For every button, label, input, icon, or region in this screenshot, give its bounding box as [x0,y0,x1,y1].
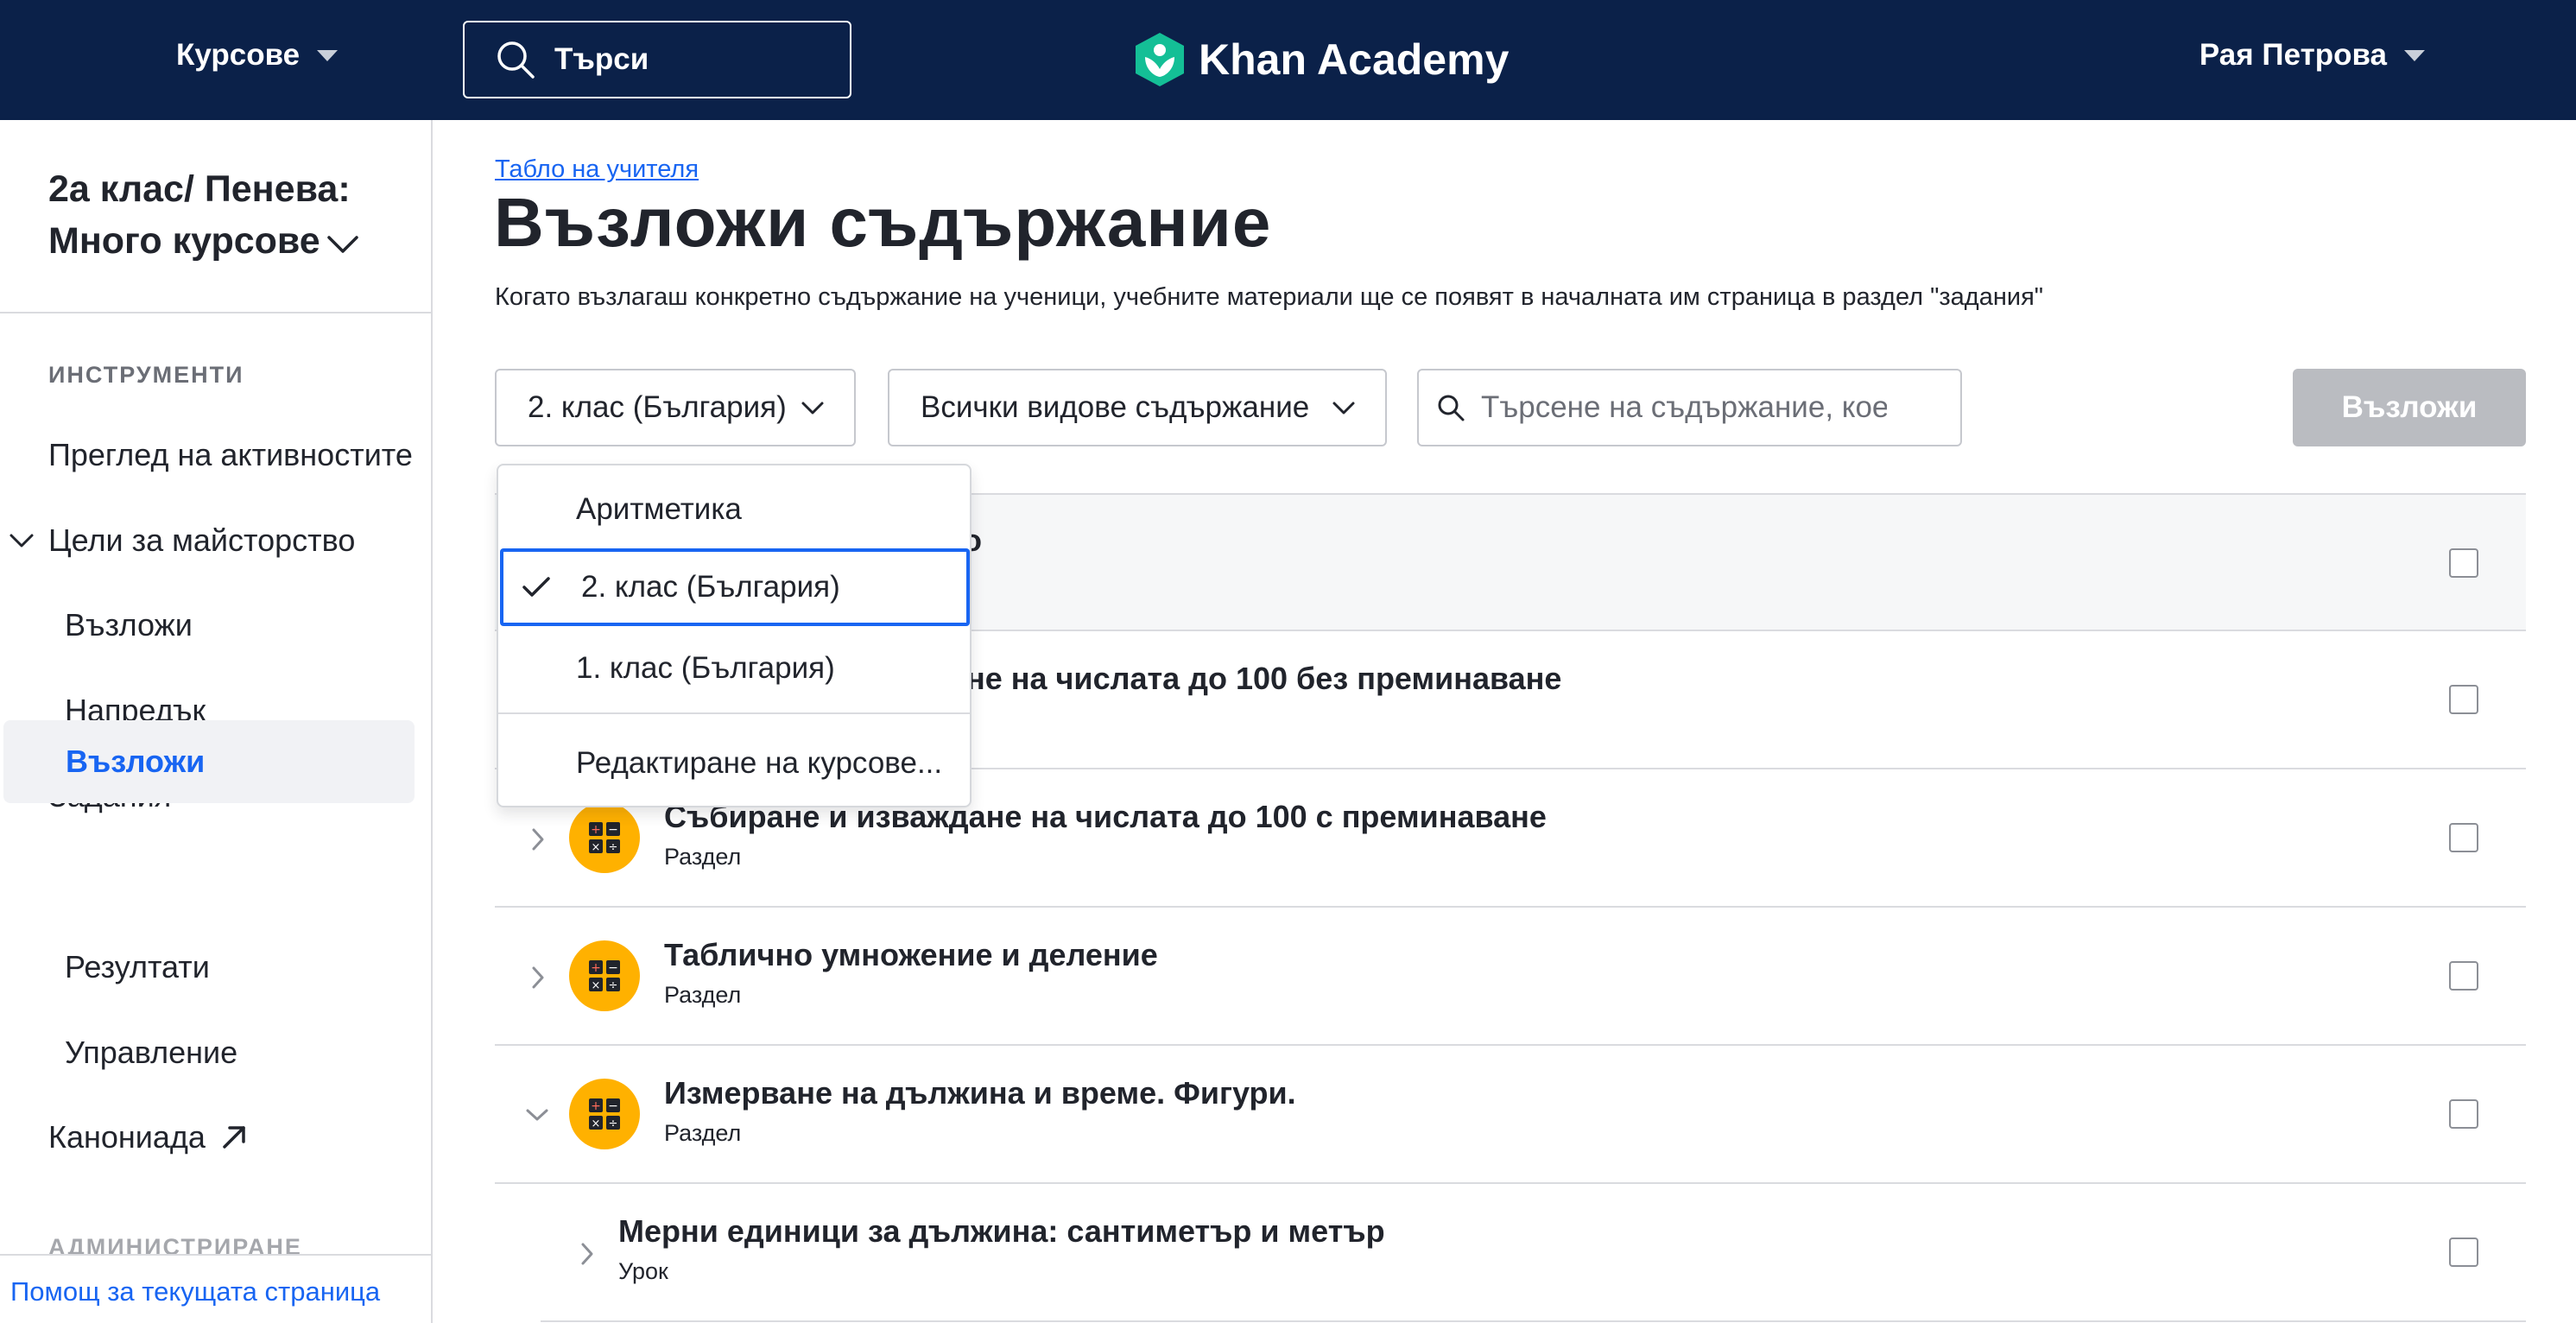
row-checkbox[interactable] [2449,1238,2478,1267]
course-select-value: 2. клас (България) [528,390,787,424]
chevron-down-icon[interactable] [524,1106,550,1124]
chevron-down-icon [1332,402,1355,415]
content-search[interactable] [1417,369,1962,446]
courses-menu-label: Курсове [176,38,301,72]
page-title: Възложи съдържание [494,184,1272,261]
dropdown-edit-label: Редактиране на курсове... [576,746,943,780]
course-dropdown-menu: Аритметика 2. клас (България) 1. клас (Б… [497,464,972,807]
sidebar-item-label: Управление [65,1035,238,1070]
dropdown-option-label: Аритметика [576,492,742,526]
svg-text:−: − [608,823,618,837]
tools-heading: ИНСТРУМЕНТИ [48,362,244,388]
select-all-checkbox[interactable] [2449,548,2478,578]
content-type-select[interactable]: Всички видове съдържание [888,369,1387,446]
sidebar: 2а клас/ Пенева: Много курсове ИНСТРУМЕН… [0,120,433,1323]
svg-text:−: − [608,961,618,975]
help-link[interactable]: Помощ за текущата страница [10,1276,380,1307]
table-row: Мерни единици за дължина: сантиметър и м… [541,1184,2526,1322]
chevron-right-icon[interactable] [579,1241,596,1267]
chevron-down-icon [326,235,358,253]
row-title: Измерване на дължина и време. Фигури. [664,1075,1296,1111]
content-type-select-value: Всички видове съдържание [921,390,1310,424]
dropdown-option-grade2[interactable]: 2. клас (България) [500,548,970,626]
khan-academy-logo[interactable]: Khan Academy [1133,31,1509,88]
chevron-down-icon [9,534,34,548]
breadcrumb[interactable]: Табло на учителя [495,155,699,184]
sidebar-item-label: Възложи [65,607,193,643]
caret-down-icon [317,49,339,61]
row-type: Раздел [664,1120,742,1146]
course-select[interactable]: 2. клас (България) [495,369,856,446]
svg-text:+: + [591,823,601,837]
svg-text:+: + [591,961,601,975]
dropdown-option-grade1[interactable]: 1. клас (България) [498,630,970,707]
dropdown-separator [498,712,970,714]
sidebar-divider [0,312,431,313]
assign-button[interactable]: Възложи [2293,369,2526,446]
sidebar-item-kanoniada[interactable]: Канониада [48,1119,249,1155]
class-title-line1: 2а клас/ Пенева: [48,168,351,210]
global-search-button[interactable]: Търси [463,21,851,98]
dropdown-option-label: 1. клас (България) [576,651,835,685]
table-row: + − × ÷ Измерване на дължина и време. Фигур… [495,1046,2526,1184]
class-switcher[interactable]: 2а клас/ Пенева: Много курсове [48,163,360,267]
external-link-icon [223,1126,245,1149]
chevron-right-icon[interactable] [529,965,547,991]
chevron-down-icon [801,402,824,415]
content-search-input[interactable] [1481,390,1887,425]
top-navigation-bar: Курсове Търси Khan Academy Рая Петрова [0,0,2576,120]
page-description: Когато възлагаш конкретно съдържание на … [495,283,2044,311]
svg-text:×: × [592,979,601,992]
arithmetic-unit-icon: + − × ÷ [569,1079,640,1149]
sidebar-item-label: Цели за майсторство [48,522,356,558]
svg-text:×: × [592,841,601,854]
sidebar-footer: Помощ за текущата страница [0,1254,431,1323]
row-type: Урок [618,1258,668,1284]
svg-text:÷: ÷ [609,1117,618,1130]
svg-text:÷: ÷ [609,841,618,854]
dropdown-option-label: 2. клас (България) [581,570,840,604]
row-checkbox[interactable] [2449,823,2478,852]
logo-text: Khan Academy [1199,35,1510,84]
row-title: Мерни единици за дължина: сантиметър и м… [618,1213,1385,1249]
dropdown-edit-courses[interactable]: Редактиране на курсове... [498,725,970,802]
row-checkbox[interactable] [2449,1099,2478,1129]
sidebar-item-assignments-results[interactable]: Резултати [65,949,210,985]
row-checkbox[interactable] [2449,685,2478,714]
search-icon [1438,395,1465,421]
arithmetic-unit-icon: + − × ÷ [569,940,640,1011]
class-title-line2: Много курсове [48,220,320,262]
svg-text:÷: ÷ [609,979,618,992]
row-title: Таблично умножение и деление [664,937,1158,972]
row-type: Раздел [664,982,742,1008]
row-checkbox[interactable] [2449,961,2478,991]
search-icon [497,41,535,79]
khan-academy-leaf-icon [1136,33,1184,86]
svg-text:+: + [591,1099,601,1113]
svg-text:×: × [592,1117,601,1130]
caret-down-icon [2404,49,2425,61]
courses-menu[interactable]: Курсове [176,38,339,73]
table-row: + − × ÷ Таблично умножение и деление Раздел [495,908,2526,1046]
global-search-label: Търси [554,42,649,76]
sidebar-item-label: Преглед на активностите [48,437,413,472]
arithmetic-unit-icon: + − × ÷ [569,802,640,873]
sidebar-item-mastery-assign[interactable]: Възложи [65,607,193,643]
sidebar-item-label: Резултати [65,949,210,984]
row-title: не на числата до 100 без преминаване [966,661,1562,696]
dropdown-option-arithmetic[interactable]: Аритметика [498,471,970,548]
checkmark-icon [522,577,550,597]
user-menu[interactable]: Рая Петрова [2199,38,2425,73]
chevron-right-icon[interactable] [529,826,547,852]
sidebar-item-assignments-manage[interactable]: Управление [65,1035,237,1071]
sidebar-item-label: Възложи [66,744,206,779]
sidebar-item-label: Канониада [48,1119,206,1155]
svg-text:−: − [608,1099,618,1113]
row-type: Раздел [664,844,742,870]
sidebar-item-activity-overview[interactable]: Преглед на активностите [48,437,413,473]
sidebar-item-mastery-goals[interactable]: Цели за майсторство [9,522,355,559]
user-name: Рая Петрова [2199,38,2387,72]
sidebar-item-assignments-assign[interactable]: Възложи [3,720,415,803]
